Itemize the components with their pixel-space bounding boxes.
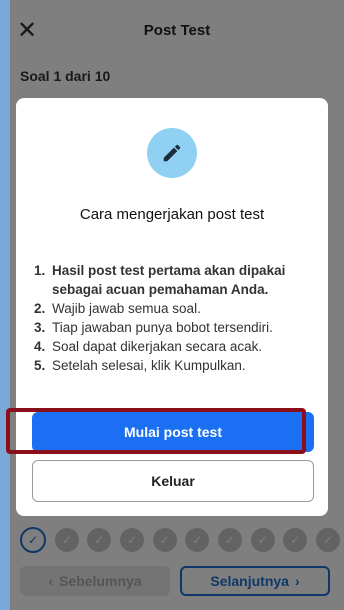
list-item: 4. Soal dapat dikerjakan secara acak. xyxy=(34,339,263,354)
list-item: 2. Wajib jawab semua soal. xyxy=(34,301,201,316)
start-post-test-button[interactable]: Mulai post test xyxy=(32,412,314,452)
list-item: 5. Setelah selesai, klik Kumpulkan. xyxy=(34,358,246,373)
instructions-modal: Cara mengerjakan post test 1. Hasil post… xyxy=(6,98,328,516)
exit-button[interactable]: Keluar xyxy=(32,460,314,502)
rules-list: 1. Hasil post test pertama akan dipakai … xyxy=(34,261,324,375)
modal-title: Cara mengerjakan post test xyxy=(79,206,265,223)
list-item: 1. Hasil post test pertama akan dipakai … xyxy=(34,263,286,297)
pencil-icon xyxy=(147,128,197,178)
list-item: 3. Tiap jawaban punya bobot tersendiri. xyxy=(34,320,273,335)
